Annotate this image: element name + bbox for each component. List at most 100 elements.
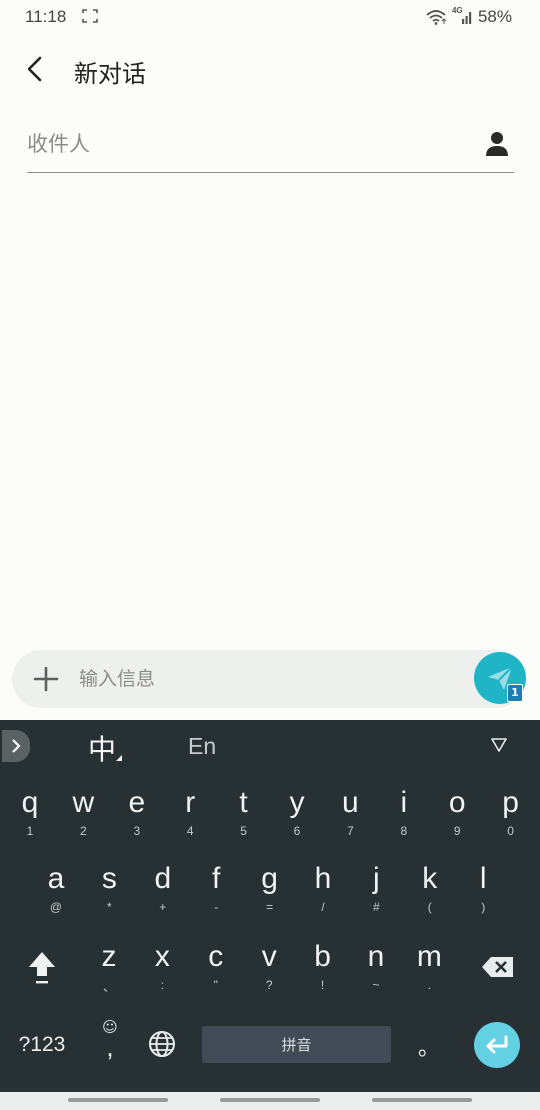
key-v[interactable]: v? bbox=[242, 932, 296, 1006]
key-hint: ( bbox=[427, 900, 432, 914]
enter-key[interactable] bbox=[474, 1022, 520, 1068]
key-u[interactable]: u7 bbox=[323, 778, 377, 852]
symbols-mode-key[interactable]: ?123 bbox=[10, 1008, 74, 1082]
key-hint: 6 bbox=[293, 824, 301, 838]
key-s[interactable]: s * bbox=[82, 854, 136, 928]
backspace-key[interactable] bbox=[468, 930, 528, 1004]
key-hint: - bbox=[214, 900, 219, 914]
key-hint: 2 bbox=[80, 824, 87, 838]
app-bar: 新对话 bbox=[0, 40, 540, 100]
nav-home-pill[interactable] bbox=[220, 1098, 320, 1102]
key-r[interactable]: r4 bbox=[163, 778, 217, 852]
key-label: w bbox=[72, 786, 95, 819]
key-i[interactable]: i8 bbox=[377, 778, 431, 852]
key-b[interactable]: b! bbox=[296, 932, 350, 1006]
key-label: j bbox=[373, 862, 380, 895]
key-label: h bbox=[314, 862, 332, 895]
key-j[interactable]: j # bbox=[349, 854, 403, 928]
key-hint: / bbox=[321, 900, 325, 914]
comma-label: , bbox=[106, 1032, 114, 1062]
key-label: g bbox=[261, 862, 278, 895]
wifi-icon bbox=[426, 10, 447, 25]
backspace-icon bbox=[482, 957, 513, 977]
key-label: c bbox=[208, 940, 224, 973]
key-hint: 5 bbox=[240, 824, 247, 838]
space-key[interactable]: 拼音 bbox=[202, 1026, 391, 1063]
key-w[interactable]: w2 bbox=[56, 778, 110, 852]
key-hint: # bbox=[373, 900, 380, 914]
sim-badge: 1 bbox=[507, 684, 523, 702]
globe-icon[interactable] bbox=[146, 1028, 178, 1060]
key-label: x bbox=[154, 940, 170, 973]
key-g[interactable]: g = bbox=[243, 854, 297, 928]
key-t[interactable]: t5 bbox=[217, 778, 271, 852]
lang-chinese-button[interactable]: 中 bbox=[88, 728, 116, 768]
key-z[interactable]: z、 bbox=[82, 932, 136, 1006]
page-title: 新对话 bbox=[74, 60, 146, 88]
key-l[interactable]: l) bbox=[456, 854, 510, 928]
key-hint: ! bbox=[320, 978, 325, 992]
shift-key[interactable] bbox=[12, 930, 72, 1004]
key-p[interactable]: p0 bbox=[484, 778, 538, 852]
key-e[interactable]: e3 bbox=[110, 778, 164, 852]
back-arrow-icon bbox=[27, 56, 42, 82]
key-hint: 1 bbox=[26, 824, 34, 838]
nav-back-pill[interactable] bbox=[372, 1098, 472, 1102]
lang-english-button[interactable]: En bbox=[188, 733, 216, 760]
key-label: a bbox=[47, 862, 65, 895]
key-h[interactable]: h / bbox=[296, 854, 350, 928]
key-hint: 7 bbox=[347, 824, 354, 838]
nav-recent-pill[interactable] bbox=[68, 1098, 168, 1102]
key-hint: : bbox=[160, 978, 165, 992]
key-f[interactable]: f- bbox=[189, 854, 243, 928]
key-q[interactable]: q1 bbox=[3, 778, 57, 852]
add-attachment-icon[interactable] bbox=[32, 665, 60, 693]
key-label: o bbox=[448, 786, 466, 819]
cell-signal-icon: 4G bbox=[452, 6, 474, 26]
key-d[interactable]: d + bbox=[136, 854, 190, 928]
key-label: z bbox=[101, 940, 117, 973]
message-input[interactable] bbox=[79, 659, 459, 699]
key-hint: 8 bbox=[400, 824, 408, 838]
lang-corner-indicator bbox=[116, 755, 122, 761]
key-n[interactable]: n ~ bbox=[349, 932, 403, 1006]
contact-picker-icon[interactable] bbox=[484, 130, 510, 158]
key-hint: ) bbox=[481, 900, 486, 914]
key-m[interactable]: m. bbox=[402, 932, 456, 1006]
keyboard-expand-button[interactable] bbox=[2, 730, 30, 762]
navigation-bar bbox=[0, 1092, 540, 1110]
back-button[interactable] bbox=[18, 52, 52, 86]
key-label: y bbox=[289, 786, 305, 819]
key-label: n bbox=[367, 940, 385, 973]
key-label: l bbox=[479, 862, 487, 895]
emoji-comma-key[interactable]: ☺ , bbox=[90, 1012, 130, 1072]
compose-bar: 1 bbox=[12, 650, 526, 708]
key-hint: @ bbox=[49, 900, 63, 914]
status-indicators: 4G 58% bbox=[426, 6, 512, 27]
shift-icon bbox=[29, 952, 55, 984]
period-key[interactable]: 。 bbox=[414, 1030, 444, 1066]
battery-percent: 58% bbox=[477, 7, 512, 26]
key-hint: 4 bbox=[186, 824, 194, 838]
keyboard-toolbar: 中 En bbox=[0, 720, 540, 774]
key-label: q bbox=[21, 786, 39, 819]
key-hint: 9 bbox=[453, 824, 461, 838]
key-label: r bbox=[185, 786, 196, 819]
recipient-input[interactable] bbox=[27, 124, 467, 164]
key-label: d bbox=[154, 862, 172, 895]
keyboard-hide-icon[interactable] bbox=[490, 737, 508, 753]
key-x[interactable]: x: bbox=[135, 932, 189, 1006]
key-label: k bbox=[422, 862, 438, 895]
key-c[interactable]: c " bbox=[189, 932, 243, 1006]
key-hint: ? bbox=[265, 978, 273, 992]
key-y[interactable]: y6 bbox=[270, 778, 324, 852]
key-label: s bbox=[101, 862, 117, 895]
key-hint: " bbox=[213, 978, 218, 992]
recipient-field[interactable] bbox=[27, 118, 514, 173]
status-time: 11:18 bbox=[25, 7, 67, 26]
chevron-right-icon bbox=[12, 739, 21, 753]
key-o[interactable]: o9 bbox=[430, 778, 484, 852]
key-a[interactable]: a @ bbox=[29, 854, 83, 928]
key-hint: 0 bbox=[507, 824, 514, 838]
key-k[interactable]: k( bbox=[403, 854, 457, 928]
